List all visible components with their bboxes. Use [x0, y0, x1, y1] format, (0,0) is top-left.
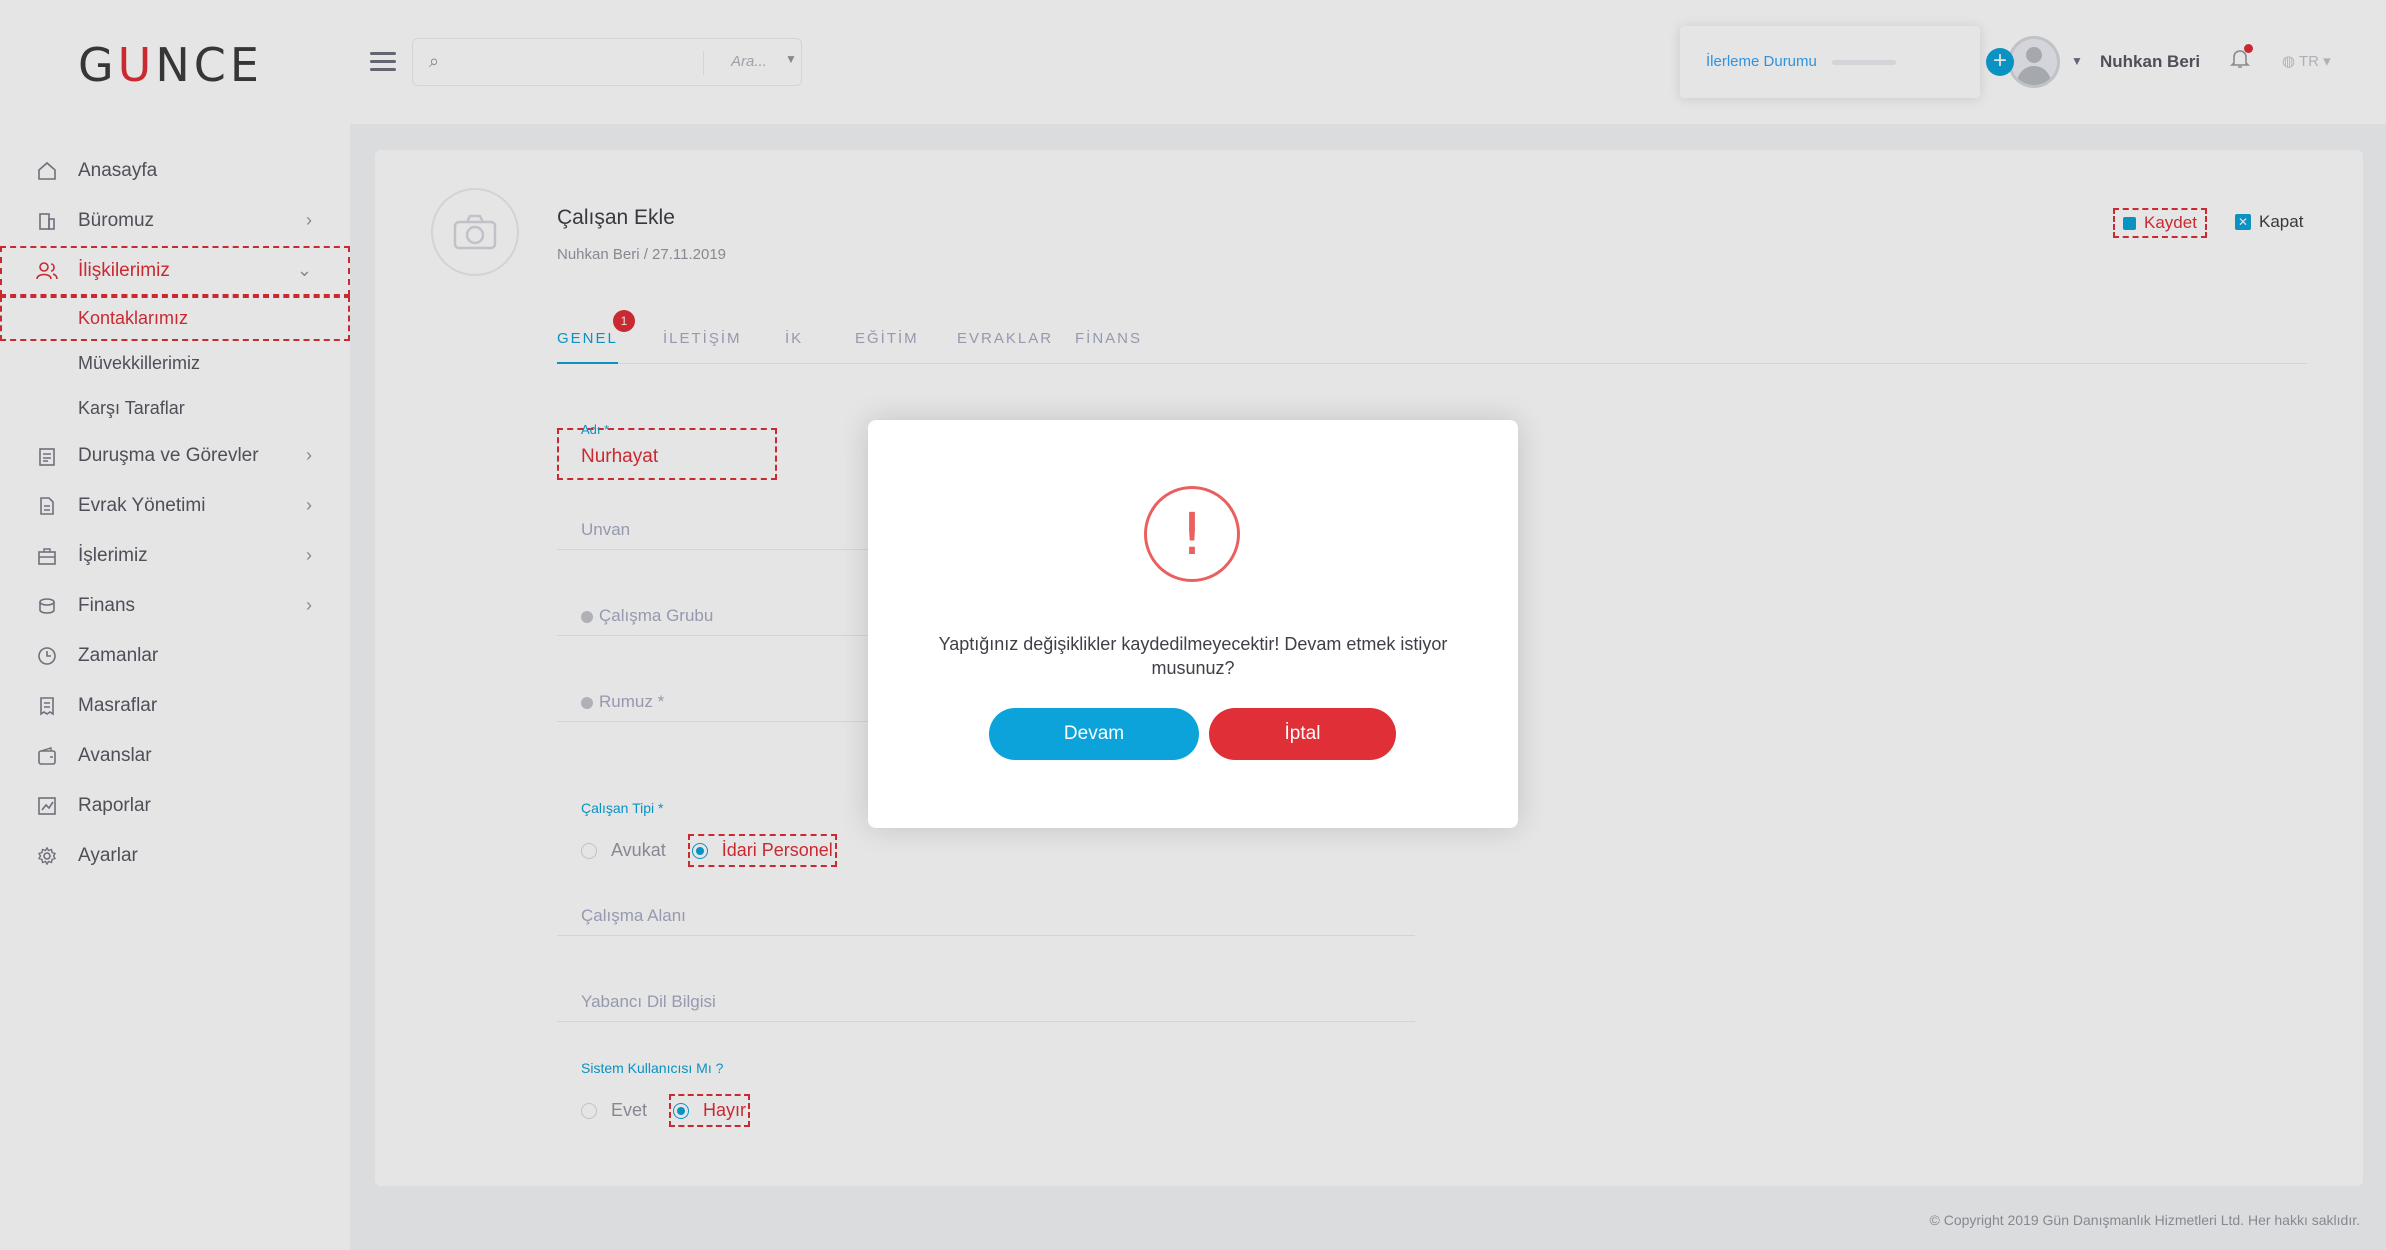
dialog-message: Yaptığınız değişiklikler kaydedilmeyecek… — [938, 634, 1448, 678]
cancel-button[interactable]: İptal — [1209, 708, 1396, 760]
warning-icon: ! — [1144, 486, 1240, 582]
continue-button[interactable]: Devam — [989, 708, 1199, 760]
confirm-dialog: ! Yaptığınız değişiklikler kaydedilmeyec… — [868, 420, 1518, 828]
